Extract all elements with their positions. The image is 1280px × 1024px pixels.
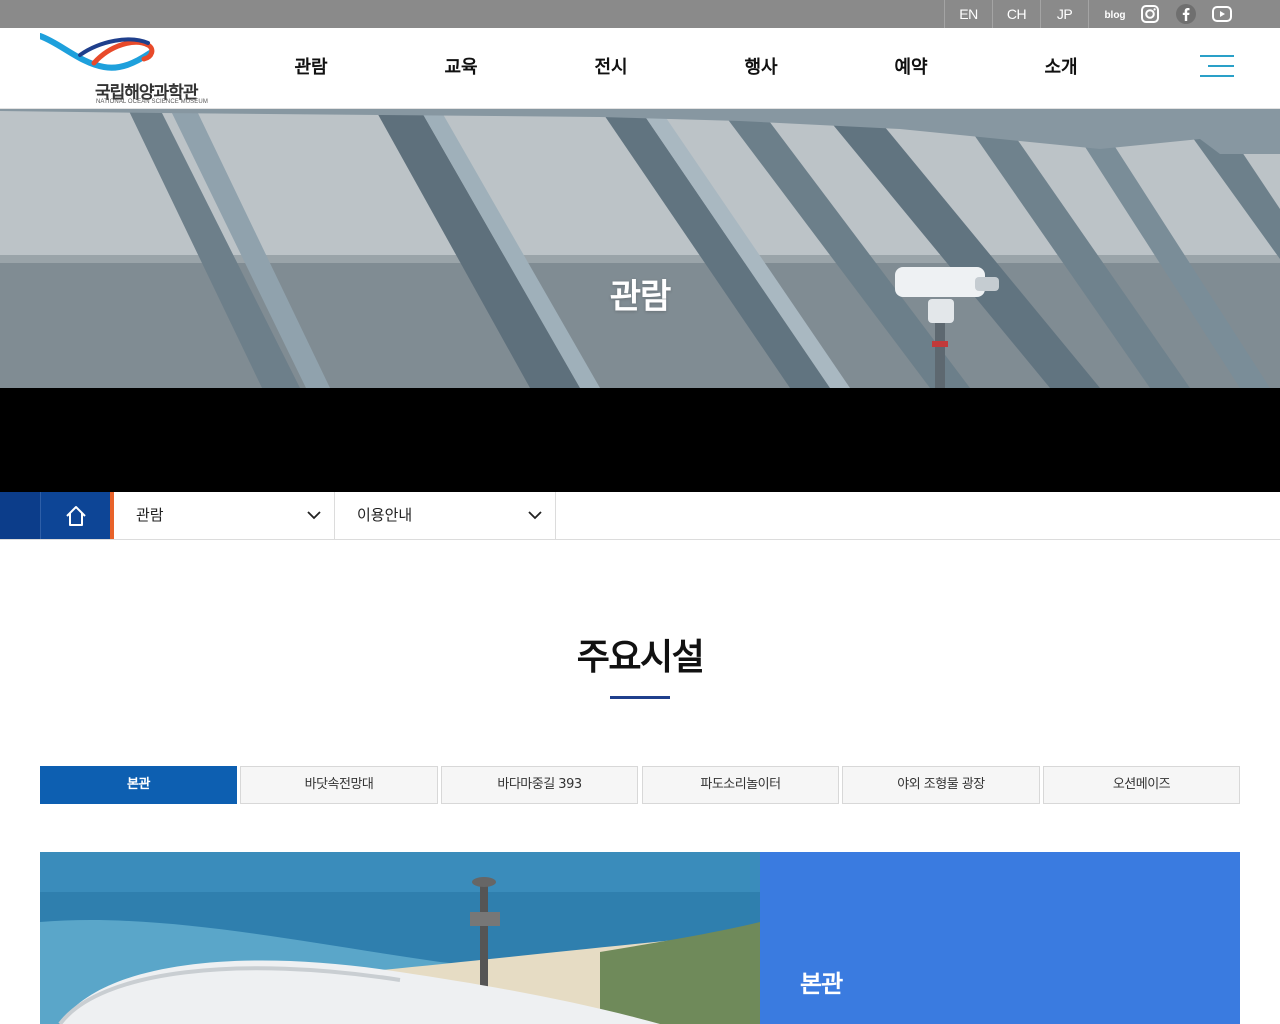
logo-name-en: NATIONAL OCEAN SCIENCE MUSEUM — [96, 99, 208, 105]
youtube-icon[interactable] — [1211, 3, 1233, 25]
nav-item-exhibition[interactable]: 전시 — [536, 28, 686, 108]
logo-wave-icon — [40, 33, 155, 71]
facebook-icon[interactable] — [1175, 3, 1197, 25]
tab-sea-path-393[interactable]: 바다마중길 393 — [441, 766, 638, 804]
nav-item-events[interactable]: 행사 — [686, 28, 836, 108]
tab-outdoor-sculpture-plaza[interactable]: 야외 조형물 광장 — [842, 766, 1040, 804]
chevron-down-icon — [528, 511, 542, 520]
tab-underwater-observatory[interactable]: 바닷속전망대 — [240, 766, 438, 804]
site-header: 국립해양과학관 NATIONAL OCEAN SCIENCE MUSEUM 관람… — [0, 28, 1280, 109]
facility-title: 본관 — [800, 970, 843, 998]
location-select-depth1[interactable]: 관람 — [114, 492, 335, 540]
facility-photo — [40, 852, 760, 1024]
instagram-icon[interactable] — [1139, 3, 1161, 25]
nav-item-reservation[interactable]: 예약 — [836, 28, 986, 108]
section-title-underline — [610, 696, 670, 699]
location-bar: 관람 이용안내 — [0, 492, 1280, 540]
chevron-down-icon — [307, 511, 321, 520]
hero-banner: 관람 — [0, 109, 1280, 388]
tab-wave-playground[interactable]: 파도소리놀이터 — [642, 766, 839, 804]
hero-background-image — [0, 109, 1280, 388]
nav-item-education[interactable]: 교육 — [386, 28, 536, 108]
lang-ch-link[interactable]: CH — [992, 0, 1040, 28]
location-select-depth1-label: 관람 — [136, 506, 164, 524]
home-button[interactable] — [40, 492, 110, 539]
lang-jp-link[interactable]: JP — [1040, 0, 1088, 28]
location-select-depth2-label: 이용안내 — [357, 506, 413, 524]
social-links: blog — [1088, 0, 1280, 28]
home-icon — [66, 506, 86, 526]
location-select-depth2[interactable]: 이용안내 — [335, 492, 556, 540]
hero-title: 관람 — [609, 277, 672, 317]
utility-bar: EN CH JP blog — [0, 0, 1280, 28]
hero-black-band — [0, 388, 1280, 492]
nav-item-about[interactable]: 소개 — [986, 28, 1136, 108]
blog-icon[interactable]: blog — [1101, 4, 1129, 26]
location-bar-left-fill — [0, 492, 40, 539]
menu-hamburger-icon[interactable] — [1200, 55, 1234, 83]
section-title: 주요시설 — [576, 637, 705, 678]
facility-info-box: 본관 — [760, 852, 1240, 1024]
site-logo[interactable]: 국립해양과학관 NATIONAL OCEAN SCIENCE MUSEUM — [40, 33, 208, 105]
svg-text:blog: blog — [1104, 10, 1125, 21]
tab-main-building[interactable]: 본관 — [40, 766, 237, 804]
tab-ocean-maze[interactable]: 오션메이즈 — [1043, 766, 1240, 804]
lang-en-link[interactable]: EN — [944, 0, 992, 28]
facility-photo-image — [40, 852, 760, 1024]
nav-item-visit[interactable]: 관람 — [236, 28, 386, 108]
